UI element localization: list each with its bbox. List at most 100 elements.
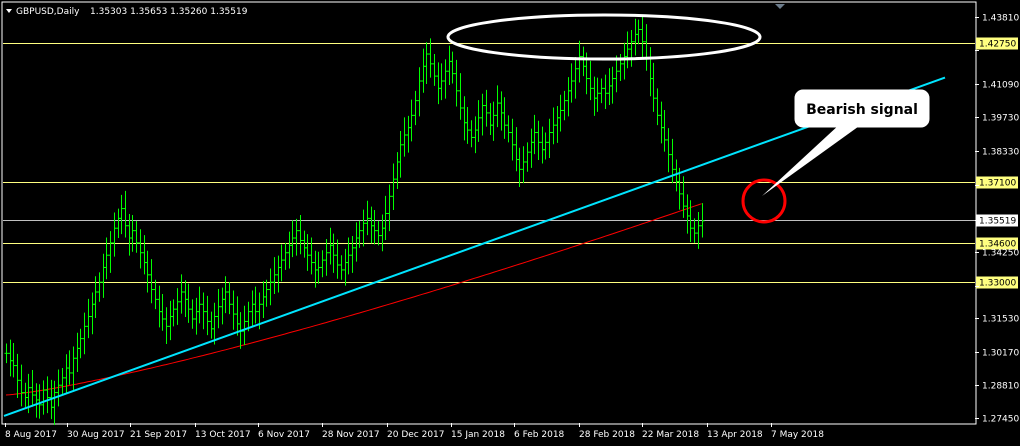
level-label: 1.37100 bbox=[979, 179, 1016, 189]
ohlc-bar bbox=[287, 231, 292, 269]
ohlc-bar bbox=[614, 55, 619, 93]
ohlc-bar bbox=[350, 236, 355, 273]
x-tick-label: 28 Nov 2017 bbox=[322, 430, 380, 440]
ohlc-bar bbox=[406, 115, 411, 153]
x-tick-label: 6 Nov 2017 bbox=[258, 430, 310, 440]
ohlc-bar bbox=[622, 42, 627, 80]
ohlc-bar bbox=[268, 268, 273, 306]
symbol-label: GBPUSD,Daily bbox=[16, 7, 80, 17]
ohlc-bar bbox=[194, 297, 199, 335]
y-tick-label: 1.28810 bbox=[982, 382, 1019, 392]
ohlc-bar bbox=[179, 274, 184, 314]
dropdown-arrow-icon[interactable] bbox=[6, 9, 12, 13]
ohlc-bar bbox=[67, 350, 72, 385]
bearish-callout: Bearish signal bbox=[762, 89, 930, 196]
ohlc-bar bbox=[123, 190, 128, 238]
ohlc-bar bbox=[666, 128, 671, 173]
callout-text: Bearish signal bbox=[806, 102, 918, 118]
ohlc-bar bbox=[134, 220, 139, 253]
ohlc-bar bbox=[376, 220, 381, 246]
ohlc-bar bbox=[551, 107, 556, 145]
ohlc-bar bbox=[595, 77, 600, 112]
x-tick-label: 30 Aug 2017 bbox=[67, 430, 125, 440]
ohlc-bar bbox=[450, 51, 455, 84]
ohlc-bar bbox=[328, 227, 333, 265]
ohlc-bar bbox=[276, 255, 281, 293]
ohlc-bar bbox=[90, 292, 95, 335]
y-tick-label: 1.41090 bbox=[982, 81, 1019, 91]
ohlc-bar bbox=[250, 290, 255, 328]
ohlc-bar bbox=[168, 300, 173, 341]
ohlc-bar bbox=[365, 200, 370, 236]
ohlc-bar bbox=[458, 73, 463, 120]
ohlc-bar bbox=[484, 89, 489, 127]
ohlc-bar bbox=[648, 47, 653, 97]
ohlc-bar bbox=[443, 59, 448, 99]
chart-window: 1.42750 1.37100 1.34600 1.33000 1.35519 1.4… bbox=[0, 0, 1020, 446]
ohlc-bar bbox=[23, 382, 28, 408]
ohlc-bar bbox=[607, 68, 612, 106]
breakdown-circle bbox=[741, 178, 787, 224]
ohlc-bar bbox=[290, 220, 295, 258]
ohlc-bar bbox=[655, 88, 660, 126]
ohlc-bar bbox=[316, 251, 321, 284]
ohlc-bar bbox=[78, 328, 83, 359]
ohlc-bar bbox=[283, 242, 288, 270]
ohlc-bar bbox=[37, 384, 42, 419]
ohlc-bar bbox=[227, 282, 232, 315]
ohlc-bar bbox=[19, 364, 24, 407]
ohlc-bar bbox=[640, 15, 645, 58]
ohlc-bar bbox=[279, 244, 284, 282]
ohlc-bar bbox=[543, 132, 548, 160]
ohlc-readout: 1.35303 1.35653 1.35260 1.35519 bbox=[90, 7, 248, 17]
ohlc-bar bbox=[272, 257, 277, 294]
ohlc-bar bbox=[97, 272, 102, 302]
ohlc-bar bbox=[369, 206, 374, 244]
ohlc-bar bbox=[331, 233, 336, 273]
x-tick-label: 6 Feb 2018 bbox=[514, 430, 565, 440]
price-chart: 1.427501.371001.346001.33000 1.35519 1.4… bbox=[1, 1, 1019, 440]
ohlc-bar bbox=[302, 230, 307, 258]
y-tick-label: 1.30170 bbox=[982, 349, 1019, 359]
ohlc-bar bbox=[197, 286, 202, 324]
ohlc-bar bbox=[462, 96, 467, 141]
ohlc-bar bbox=[15, 353, 20, 398]
ohlc-bar bbox=[633, 18, 638, 56]
x-tick-label: 7 May 2018 bbox=[771, 430, 824, 440]
ohlc-bar bbox=[387, 184, 392, 232]
ohlc-bar bbox=[149, 259, 154, 304]
ohlc-bar bbox=[588, 60, 593, 101]
ohlc-bar bbox=[75, 332, 80, 372]
ohlc-bar bbox=[447, 45, 452, 85]
ohlc-bar bbox=[409, 99, 414, 142]
ohlc-bar bbox=[305, 234, 310, 271]
level-label: 1.42750 bbox=[979, 40, 1016, 50]
ohlc-bar bbox=[119, 194, 124, 235]
ohlc-bar bbox=[488, 103, 493, 135]
ohlc-bar bbox=[361, 209, 366, 247]
ohlc-bar bbox=[424, 42, 429, 84]
x-tick-label: 22 Mar 2018 bbox=[642, 430, 699, 440]
ohlc-bar bbox=[201, 292, 206, 330]
ohlc-bar bbox=[171, 299, 176, 327]
ohlc-bar bbox=[101, 253, 106, 298]
ohlc-bar bbox=[30, 370, 35, 407]
ohlc-bar bbox=[465, 107, 470, 144]
ohlc-bar bbox=[428, 38, 433, 78]
ohlc-bar bbox=[212, 302, 217, 345]
ohlc-bar bbox=[502, 97, 507, 139]
ohlc-bar bbox=[629, 29, 634, 67]
ohlc-bar bbox=[476, 100, 481, 142]
ohlc-bar bbox=[540, 126, 545, 164]
ohlc-bar bbox=[495, 85, 500, 128]
ohlc-bar bbox=[439, 63, 444, 101]
shift-marker-icon[interactable] bbox=[775, 4, 785, 9]
y-tick-label: 1.38330 bbox=[982, 148, 1019, 158]
ohlc-bar bbox=[108, 231, 113, 273]
y-tick-label: 1.34250 bbox=[982, 249, 1019, 259]
callout-pointer bbox=[762, 124, 862, 196]
ohlc-bar bbox=[651, 62, 656, 112]
ohlc-bar bbox=[532, 114, 537, 155]
ohlc-bar bbox=[112, 212, 117, 257]
ohlc-bar bbox=[644, 24, 649, 71]
